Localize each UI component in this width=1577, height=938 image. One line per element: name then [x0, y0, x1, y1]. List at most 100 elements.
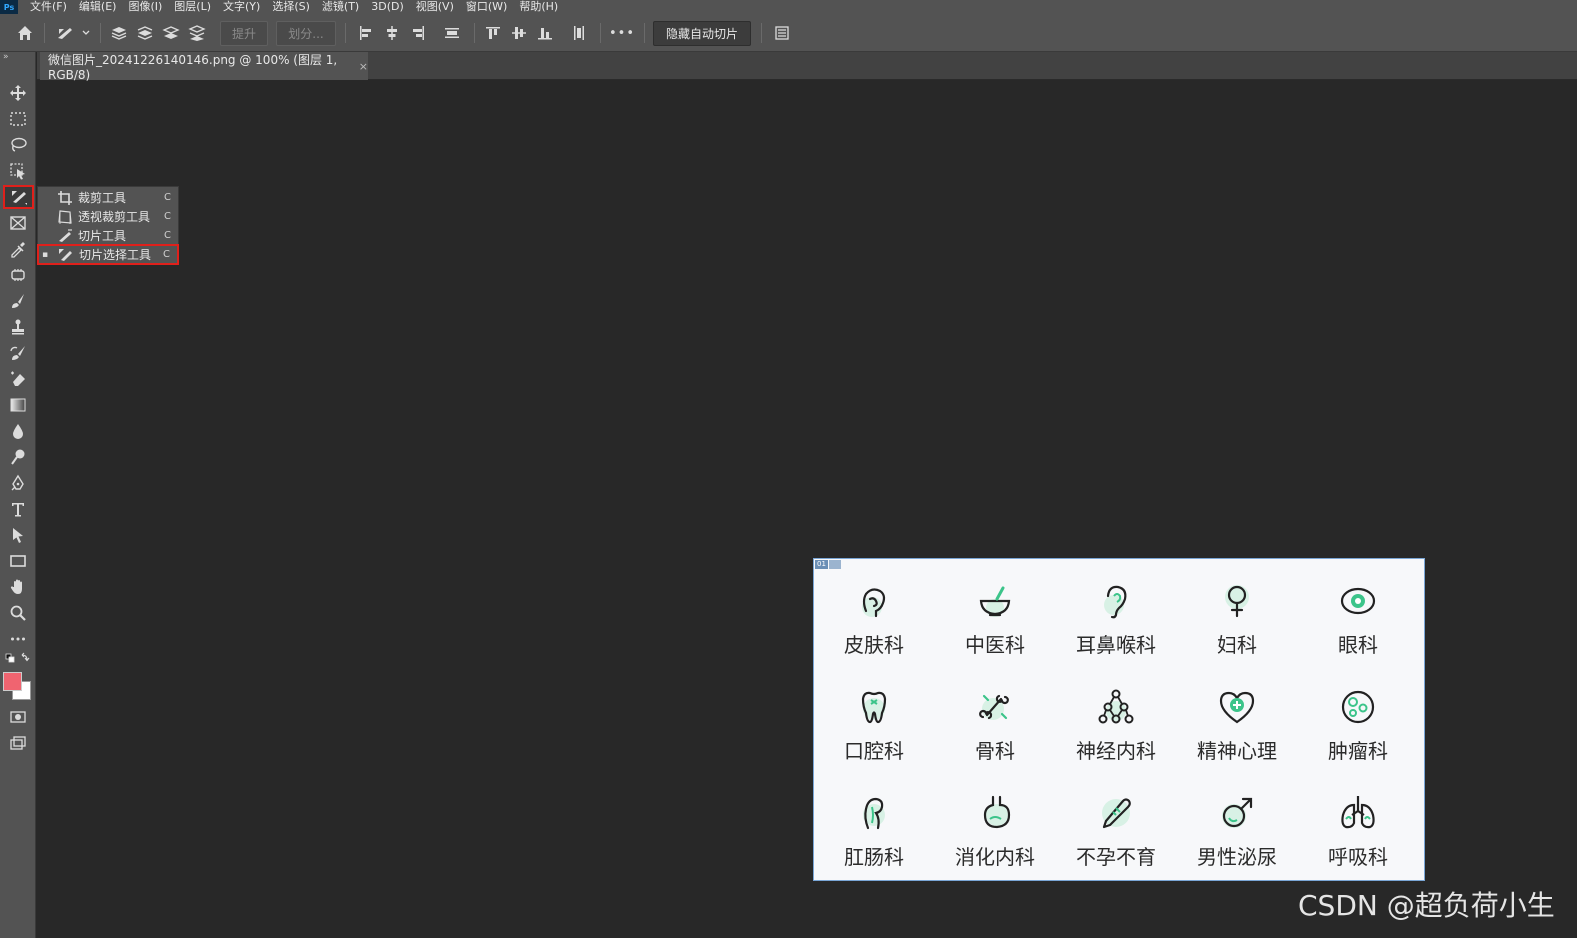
stomach-icon: [983, 795, 1011, 829]
menu-select[interactable]: 选择(S): [272, 0, 310, 14]
male-icon: [1222, 797, 1253, 828]
quick-mask-icon[interactable]: [5, 706, 31, 728]
eraser-tool-icon[interactable]: [5, 368, 31, 390]
department-gynecology: 妇科: [1177, 559, 1297, 657]
history-brush-tool-icon[interactable]: [5, 342, 31, 364]
flyout-item-perspective-crop-tool[interactable]: 透视裁剪工具 C: [38, 207, 178, 226]
bring-forward-icon[interactable]: [134, 22, 156, 44]
menu-layer[interactable]: 图层(L): [174, 0, 211, 14]
flyout-item-crop-tool[interactable]: 裁剪工具 C: [38, 188, 178, 207]
department-respiratory: 呼吸科: [1298, 771, 1418, 869]
rectangle-tool-icon[interactable]: [5, 550, 31, 572]
heart-icon: [1219, 691, 1255, 724]
watermark-text: CSDN @超负荷小生: [1298, 889, 1555, 922]
skin-icon: [862, 588, 886, 618]
align-top-icon[interactable]: [482, 22, 504, 44]
neuron-icon: [1098, 689, 1134, 724]
default-colors-icon[interactable]: [5, 650, 31, 666]
menu-window[interactable]: 窗口(W): [466, 0, 507, 14]
slice-select-tool-preset-icon[interactable]: [54, 22, 94, 44]
foreground-color-swatch[interactable]: [3, 672, 22, 691]
department-tcm: 中医科: [935, 559, 1055, 657]
menu-bar: Ps 文件(F) 编辑(E) 图像(I) 图层(L) 文字(Y) 选择(S) 滤…: [0, 0, 1577, 14]
marquee-tool-icon[interactable]: [5, 108, 31, 130]
close-tab-icon[interactable]: ×: [359, 60, 368, 73]
screen-mode-icon[interactable]: [5, 732, 31, 754]
department-proctology: 肛肠科: [814, 771, 934, 869]
bring-to-front-icon[interactable]: [108, 22, 130, 44]
department-orthopedics: 骨科: [935, 665, 1055, 763]
eyedropper-tool-icon[interactable]: [5, 238, 31, 260]
frame-tool-icon[interactable]: [5, 212, 31, 234]
slice-select-tool-icon[interactable]: [3, 185, 34, 209]
move-tool-icon[interactable]: [5, 82, 31, 104]
align-vertical-center-icon[interactable]: [508, 22, 530, 44]
blur-tool-icon[interactable]: [5, 420, 31, 442]
tooth-icon: [861, 691, 887, 724]
department-gastroenterology: 消化内科: [935, 771, 1055, 869]
promote-button[interactable]: 提升: [220, 21, 268, 46]
menu-type[interactable]: 文字(Y): [223, 0, 260, 14]
align-left-icon[interactable]: [355, 22, 377, 44]
department-ent: 耳鼻喉科: [1056, 559, 1176, 657]
menu-file[interactable]: 文件(F): [30, 0, 67, 14]
distribute-vertical-icon[interactable]: [568, 22, 590, 44]
align-horizontal-center-icon[interactable]: [381, 22, 403, 44]
gradient-tool-icon[interactable]: [5, 394, 31, 416]
spot-healing-tool-icon[interactable]: [5, 264, 31, 286]
distribute-horizontal-icon[interactable]: [441, 22, 463, 44]
intestine-icon: [863, 797, 885, 830]
document-tab-bar: 微信图片_20241226140146.png @ 100% (图层 1, RG…: [37, 52, 1577, 82]
tumor-icon: [1341, 690, 1375, 724]
menu-3d[interactable]: 3D(D): [371, 0, 404, 14]
tcm-icon: [979, 586, 1011, 617]
department-psychology: 精神心理: [1177, 665, 1297, 763]
menu-edit[interactable]: 编辑(E): [79, 0, 117, 14]
panel-collapse-icon[interactable]: »: [3, 52, 9, 62]
department-infertility: 不孕不育: [1056, 771, 1176, 869]
department-neurology: 神经内科: [1056, 665, 1176, 763]
document-tab[interactable]: 微信图片_20241226140146.png @ 100% (图层 1, RG…: [40, 52, 368, 82]
object-selection-tool-icon[interactable]: [5, 160, 31, 182]
department-ophthalmology: 眼科: [1298, 559, 1418, 657]
perspective-crop-icon: [56, 209, 74, 225]
eye-icon: [1340, 587, 1376, 615]
menu-view[interactable]: 视图(V): [416, 0, 454, 14]
send-to-back-icon[interactable]: [186, 22, 208, 44]
menu-filter[interactable]: 滤镜(T): [322, 0, 359, 14]
department-skin: 皮肤科: [814, 559, 934, 657]
zoom-tool-icon[interactable]: [5, 602, 31, 624]
hand-tool-icon[interactable]: [5, 576, 31, 598]
path-selection-tool-icon[interactable]: [5, 524, 31, 546]
edit-toolbar-icon[interactable]: [5, 628, 31, 650]
hide-auto-slices-button[interactable]: 隐藏自动切片: [653, 21, 751, 46]
document-canvas-image[interactable]: 01 皮肤科 中医科 耳鼻喉科 妇科 眼科 口腔科 骨科 神经内科 精神心理 肿…: [813, 558, 1425, 881]
crop-tools-flyout: 裁剪工具 C 透视裁剪工具 C 切片工具 C ▪ 切片选择工具 C: [37, 186, 179, 265]
flyout-item-slice-select-tool[interactable]: ▪ 切片选择工具 C: [37, 244, 179, 265]
ear-icon: [1104, 585, 1127, 619]
clone-stamp-tool-icon[interactable]: [5, 316, 31, 338]
pen-tool-icon[interactable]: [5, 472, 31, 494]
brush-tool-icon[interactable]: [5, 290, 31, 312]
department-dental: 口腔科: [814, 665, 934, 763]
lungs-icon: [1341, 796, 1375, 829]
menu-help[interactable]: 帮助(H): [519, 0, 558, 14]
dodge-tool-icon[interactable]: [5, 446, 31, 468]
type-tool-icon[interactable]: [5, 498, 31, 520]
flyout-item-slice-tool[interactable]: 切片工具 C: [38, 226, 178, 245]
slice-icon: [56, 228, 74, 244]
department-oncology: 肿瘤科: [1298, 665, 1418, 763]
female-icon: [1225, 585, 1249, 618]
bone-icon: [979, 694, 1009, 720]
menu-image[interactable]: 图像(I): [128, 0, 162, 14]
slice-options-icon[interactable]: [771, 22, 793, 44]
home-icon[interactable]: [12, 22, 38, 44]
lasso-tool-icon[interactable]: [5, 134, 31, 156]
more-options-icon[interactable]: •••: [608, 22, 636, 44]
align-bottom-icon[interactable]: [534, 22, 556, 44]
document-tab-title: 微信图片_20241226140146.png @ 100% (图层 1, RG…: [48, 52, 338, 82]
send-backward-icon[interactable]: [160, 22, 182, 44]
align-right-icon[interactable]: [407, 22, 429, 44]
divide-button[interactable]: 划分...: [276, 21, 336, 46]
crop-icon: [56, 190, 74, 206]
